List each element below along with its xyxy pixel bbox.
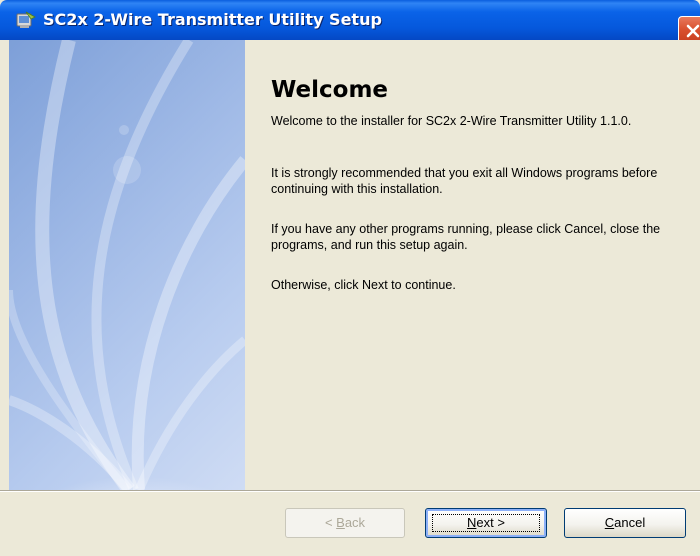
welcome-paragraph: Welcome to the installer for SC2x 2-Wire… bbox=[271, 114, 632, 128]
continue-instructions-paragraph: Otherwise, click Next to continue. bbox=[271, 278, 456, 292]
welcome-content: Welcome Welcome to the installer for SC2… bbox=[245, 40, 700, 490]
window-title: SC2x 2-Wire Transmitter Utility Setup bbox=[43, 10, 382, 29]
setup-window: SC2x 2-Wire Transmitter Utility Setup We… bbox=[0, 0, 700, 556]
close-icon bbox=[686, 24, 700, 38]
footer-divider-highlight bbox=[0, 491, 700, 492]
back-button[interactable]: < Back bbox=[285, 508, 405, 538]
cancel-button-mnemonic: C bbox=[604, 515, 615, 530]
focus-rectangle bbox=[432, 514, 540, 532]
back-button-prefix: < bbox=[324, 515, 337, 530]
cancel-instructions-paragraph: If you have any other programs running, … bbox=[271, 222, 661, 252]
cancel-button[interactable]: Cancel bbox=[564, 508, 686, 538]
next-button[interactable]: Next > bbox=[425, 508, 547, 538]
back-button-label: ack bbox=[344, 515, 366, 530]
page-title: Welcome bbox=[271, 77, 389, 103]
back-button-mnemonic: B bbox=[336, 515, 345, 530]
exit-programs-paragraph: It is strongly recommended that you exit… bbox=[271, 166, 658, 196]
installer-app-icon bbox=[16, 11, 36, 29]
swirl-decoration-image bbox=[9, 40, 245, 490]
wizard-side-banner bbox=[9, 40, 245, 490]
title-bar[interactable]: SC2x 2-Wire Transmitter Utility Setup bbox=[0, 0, 700, 46]
cancel-button-label: ancel bbox=[614, 515, 646, 530]
